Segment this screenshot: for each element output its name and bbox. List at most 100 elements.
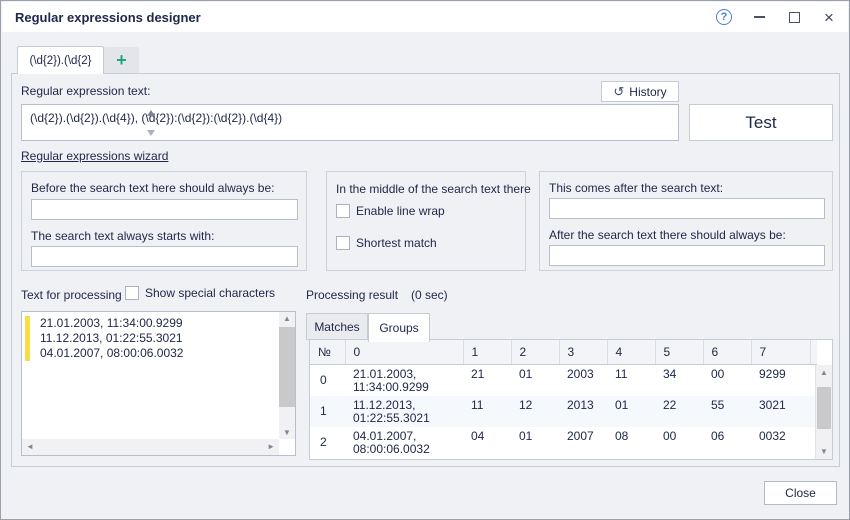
regex-input[interactable]: (\d{2}).(\d{2}).(\d{4}), (\d{2}):(\d{2})… — [21, 104, 679, 141]
editor-line: 11.12.2013, 01:22:55.3021 — [40, 331, 277, 346]
plus-icon: + — [116, 50, 127, 71]
cell-group: 0032 — [751, 427, 810, 458]
cell-group: 01 — [511, 364, 559, 396]
cell-group: 06 — [703, 427, 751, 458]
cell-group: 22 — [655, 396, 703, 427]
col-header[interactable]: 5 — [655, 340, 703, 364]
help-icon: ? — [716, 9, 732, 25]
editor-line: 04.01.2007, 08:00:06.0032 — [40, 346, 277, 361]
test-button[interactable]: Test — [689, 104, 833, 141]
regex-input-spinner[interactable] — [145, 110, 157, 136]
scroll-right-icon: ► — [267, 442, 275, 451]
history-icon: ↺ — [613, 85, 624, 98]
cell-group: 21 — [463, 364, 511, 396]
shortest-match-checkbox[interactable] — [336, 236, 350, 250]
editor-line: 21.01.2003, 11:34:00.9299 — [40, 316, 277, 331]
wizard-link[interactable]: Regular expressions wizard — [21, 149, 168, 163]
col-header-filler — [810, 340, 817, 364]
processing-result-label: Processing result — [306, 288, 398, 302]
maximize-button[interactable] — [785, 8, 803, 26]
scroll-up-icon: ▲ — [816, 368, 832, 377]
cell-group: 12 — [511, 396, 559, 427]
editor-vertical-scrollbar[interactable]: ▲ ▼ — [279, 312, 295, 439]
cell-group: 3021 — [751, 396, 810, 427]
spin-down-icon — [147, 130, 155, 136]
middle-label: In the middle of the search text there — [336, 182, 531, 196]
before-input[interactable] — [31, 199, 298, 220]
cell-group: 08 — [607, 427, 655, 458]
grid-header-row: № 0 1 2 3 4 5 6 7 — [310, 340, 817, 364]
add-tab-button[interactable]: + — [104, 47, 139, 73]
regex-designer-window: Regular expressions designer ? × (\d{2})… — [0, 0, 850, 520]
cell-group: 2013 — [559, 396, 607, 427]
after-always-input[interactable] — [549, 245, 825, 266]
scroll-down-icon: ▼ — [816, 447, 832, 456]
text-for-processing-label: Text for processing — [21, 288, 122, 302]
before-label: Before the search text here should alway… — [31, 181, 274, 195]
cell-group: 00 — [703, 364, 751, 396]
tab-expression[interactable]: (\d{2}).(\d{2} — [17, 46, 104, 74]
grid-vscroll-thumb[interactable] — [817, 387, 831, 429]
scroll-up-icon: ▲ — [279, 314, 295, 323]
scroll-down-icon: ▼ — [279, 428, 295, 437]
cell-group: 2003 — [559, 364, 607, 396]
regex-text-label: Regular expression text: — [21, 84, 150, 98]
tab-groups[interactable]: Groups — [368, 313, 430, 342]
text-processing-editor[interactable]: 21.01.2003, 11:34:00.9299 11.12.2013, 01… — [21, 311, 296, 456]
show-special-chars-checkbox[interactable] — [125, 286, 139, 300]
row-index: 0 — [310, 364, 345, 396]
history-button-label: History — [629, 85, 666, 99]
minimize-button[interactable] — [750, 8, 768, 26]
cell-group: 55 — [703, 396, 751, 427]
modified-lines-marker — [25, 316, 30, 361]
after-group-box: This comes after the search text: After … — [539, 171, 833, 271]
col-header[interactable]: 1 — [463, 340, 511, 364]
cell-match: 11.12.2013, 01:22:55.3021 — [345, 396, 463, 427]
col-header[interactable]: 3 — [559, 340, 607, 364]
grid-row[interactable]: 2 04.01.2007, 08:00:06.0032 04 01 2007 0… — [310, 427, 817, 458]
col-header[interactable]: 4 — [607, 340, 655, 364]
grid-vertical-scrollbar[interactable]: ▲ ▼ — [815, 365, 832, 459]
processing-time-label: (0 sec) — [411, 288, 448, 302]
cell-group: 01 — [511, 427, 559, 458]
row-index: 2 — [310, 427, 345, 458]
cell-group: 01 — [607, 396, 655, 427]
spin-up-icon — [147, 110, 155, 116]
minimize-icon — [754, 16, 765, 18]
after-always-label: After the search text there should alway… — [549, 228, 786, 242]
middle-group-box: In the middle of the search text there E… — [326, 171, 526, 271]
col-header[interactable]: 2 — [511, 340, 559, 364]
shortest-match-label: Shortest match — [356, 236, 437, 250]
comes-after-label: This comes after the search text: — [549, 181, 723, 195]
col-header[interactable]: 0 — [345, 340, 463, 364]
row-index: 1 — [310, 396, 345, 427]
col-header[interactable]: 7 — [751, 340, 810, 364]
editor-vscroll-thumb[interactable] — [279, 327, 295, 407]
close-window-button[interactable]: × — [820, 8, 838, 26]
col-header[interactable]: № — [310, 340, 345, 364]
history-button[interactable]: ↺ History — [601, 81, 679, 102]
col-header[interactable]: 6 — [703, 340, 751, 364]
close-button[interactable]: Close — [764, 481, 837, 505]
cell-group: 11 — [607, 364, 655, 396]
window-title: Regular expressions designer — [15, 10, 201, 25]
editor-text: 21.01.2003, 11:34:00.9299 11.12.2013, 01… — [40, 316, 277, 361]
cell-group: 11 — [463, 396, 511, 427]
help-button[interactable]: ? — [715, 8, 733, 26]
show-special-chars-label: Show special characters — [145, 286, 275, 300]
cell-group: 2007 — [559, 427, 607, 458]
scroll-left-icon: ◄ — [26, 442, 34, 451]
tab-matches[interactable]: Matches — [306, 313, 368, 340]
comes-after-input[interactable] — [549, 198, 825, 219]
grid-row[interactable]: 0 21.01.2003, 11:34:00.9299 21 01 2003 1… — [310, 364, 817, 396]
enable-line-wrap-label: Enable line wrap — [356, 204, 445, 218]
cell-group: 00 — [655, 427, 703, 458]
enable-line-wrap-checkbox[interactable] — [336, 204, 350, 218]
title-bar: Regular expressions designer ? × — [2, 2, 848, 32]
starts-with-input[interactable] — [31, 246, 298, 267]
cell-group: 04 — [463, 427, 511, 458]
editor-horizontal-scrollbar[interactable]: ◄ ► — [22, 439, 279, 455]
window-controls: ? × — [715, 2, 838, 32]
starts-with-label: The search text always starts with: — [31, 229, 214, 243]
grid-row[interactable]: 1 11.12.2013, 01:22:55.3021 11 12 2013 0… — [310, 396, 817, 427]
